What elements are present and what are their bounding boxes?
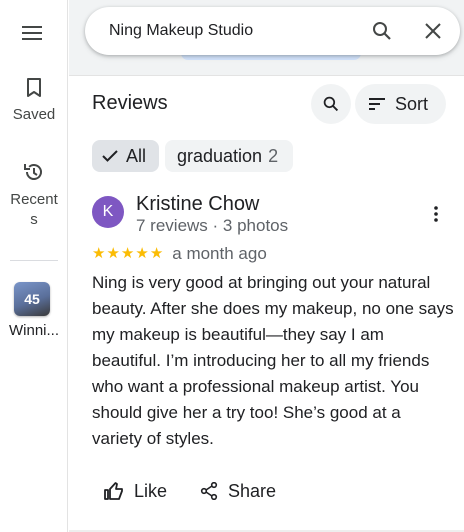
rail-divider (10, 260, 58, 261)
reviewer-avatar[interactable]: K (92, 196, 124, 228)
filter-chip-count: 2 (268, 145, 279, 166)
bookmark-icon (27, 78, 41, 97)
rail-item-recents[interactable]: Recent s (0, 158, 68, 230)
rail-item-saved[interactable]: Saved (0, 74, 68, 123)
history-icon (24, 164, 42, 180)
menu-button[interactable] (17, 18, 47, 48)
like-button[interactable]: Like (104, 474, 167, 508)
avatar-letter: K (102, 203, 114, 220)
filter-chip-label: All (126, 145, 147, 166)
star-icon: ★ (92, 245, 106, 262)
filter-chip-label: graduation (177, 145, 263, 166)
review-options-button[interactable] (424, 200, 448, 228)
search-icon (373, 22, 391, 40)
search-reviews-button[interactable] (311, 84, 351, 124)
search-button[interactable] (367, 16, 397, 46)
recent-place-thumbnail[interactable]: 45 (14, 282, 53, 319)
filter-chip-graduation[interactable]: graduation 2 (165, 140, 293, 172)
reviewer-name[interactable]: Kristine Chow (136, 193, 259, 216)
filter-chip-all[interactable]: All (92, 140, 159, 172)
rail-item-label: Saved (12, 106, 56, 123)
recent-place-label[interactable]: Winni... (0, 322, 68, 339)
close-icon (425, 23, 441, 39)
clear-search-button[interactable] (418, 16, 448, 46)
like-label: Like (134, 480, 168, 501)
reviews-heading: Reviews (92, 92, 168, 114)
star-icon: ★ (135, 245, 149, 262)
thumbnail-badge: 45 (24, 291, 40, 307)
search-input[interactable] (109, 7, 359, 55)
share-icon (200, 482, 218, 500)
sort-button[interactable]: Sort (355, 84, 446, 124)
search-icon (323, 96, 339, 112)
reviewer-meta: 7 reviews · 3 photos (136, 216, 289, 235)
nav-rail: Saved Recent s 45 Winni... (0, 0, 68, 532)
more-vert-icon (434, 206, 438, 222)
sort-label: Sort (395, 93, 429, 114)
star-icon: ★ (149, 245, 164, 262)
share-button[interactable]: Share (200, 474, 276, 508)
menu-icon (22, 26, 42, 40)
star-icon: ★ (120, 245, 135, 262)
review-date: a month ago (172, 244, 267, 263)
rail-item-label: Recent s (10, 191, 58, 228)
share-label: Share (228, 480, 277, 501)
review-rating: ★ ★ ★ ★ ★ a month ago (92, 244, 267, 264)
sort-icon (369, 98, 385, 110)
review-text: Ning is very good at bringing out your n… (92, 273, 454, 448)
star-icon: ★ (106, 245, 120, 262)
search-box[interactable] (85, 7, 460, 55)
thumb-up-icon (104, 482, 123, 500)
check-icon (102, 150, 118, 162)
